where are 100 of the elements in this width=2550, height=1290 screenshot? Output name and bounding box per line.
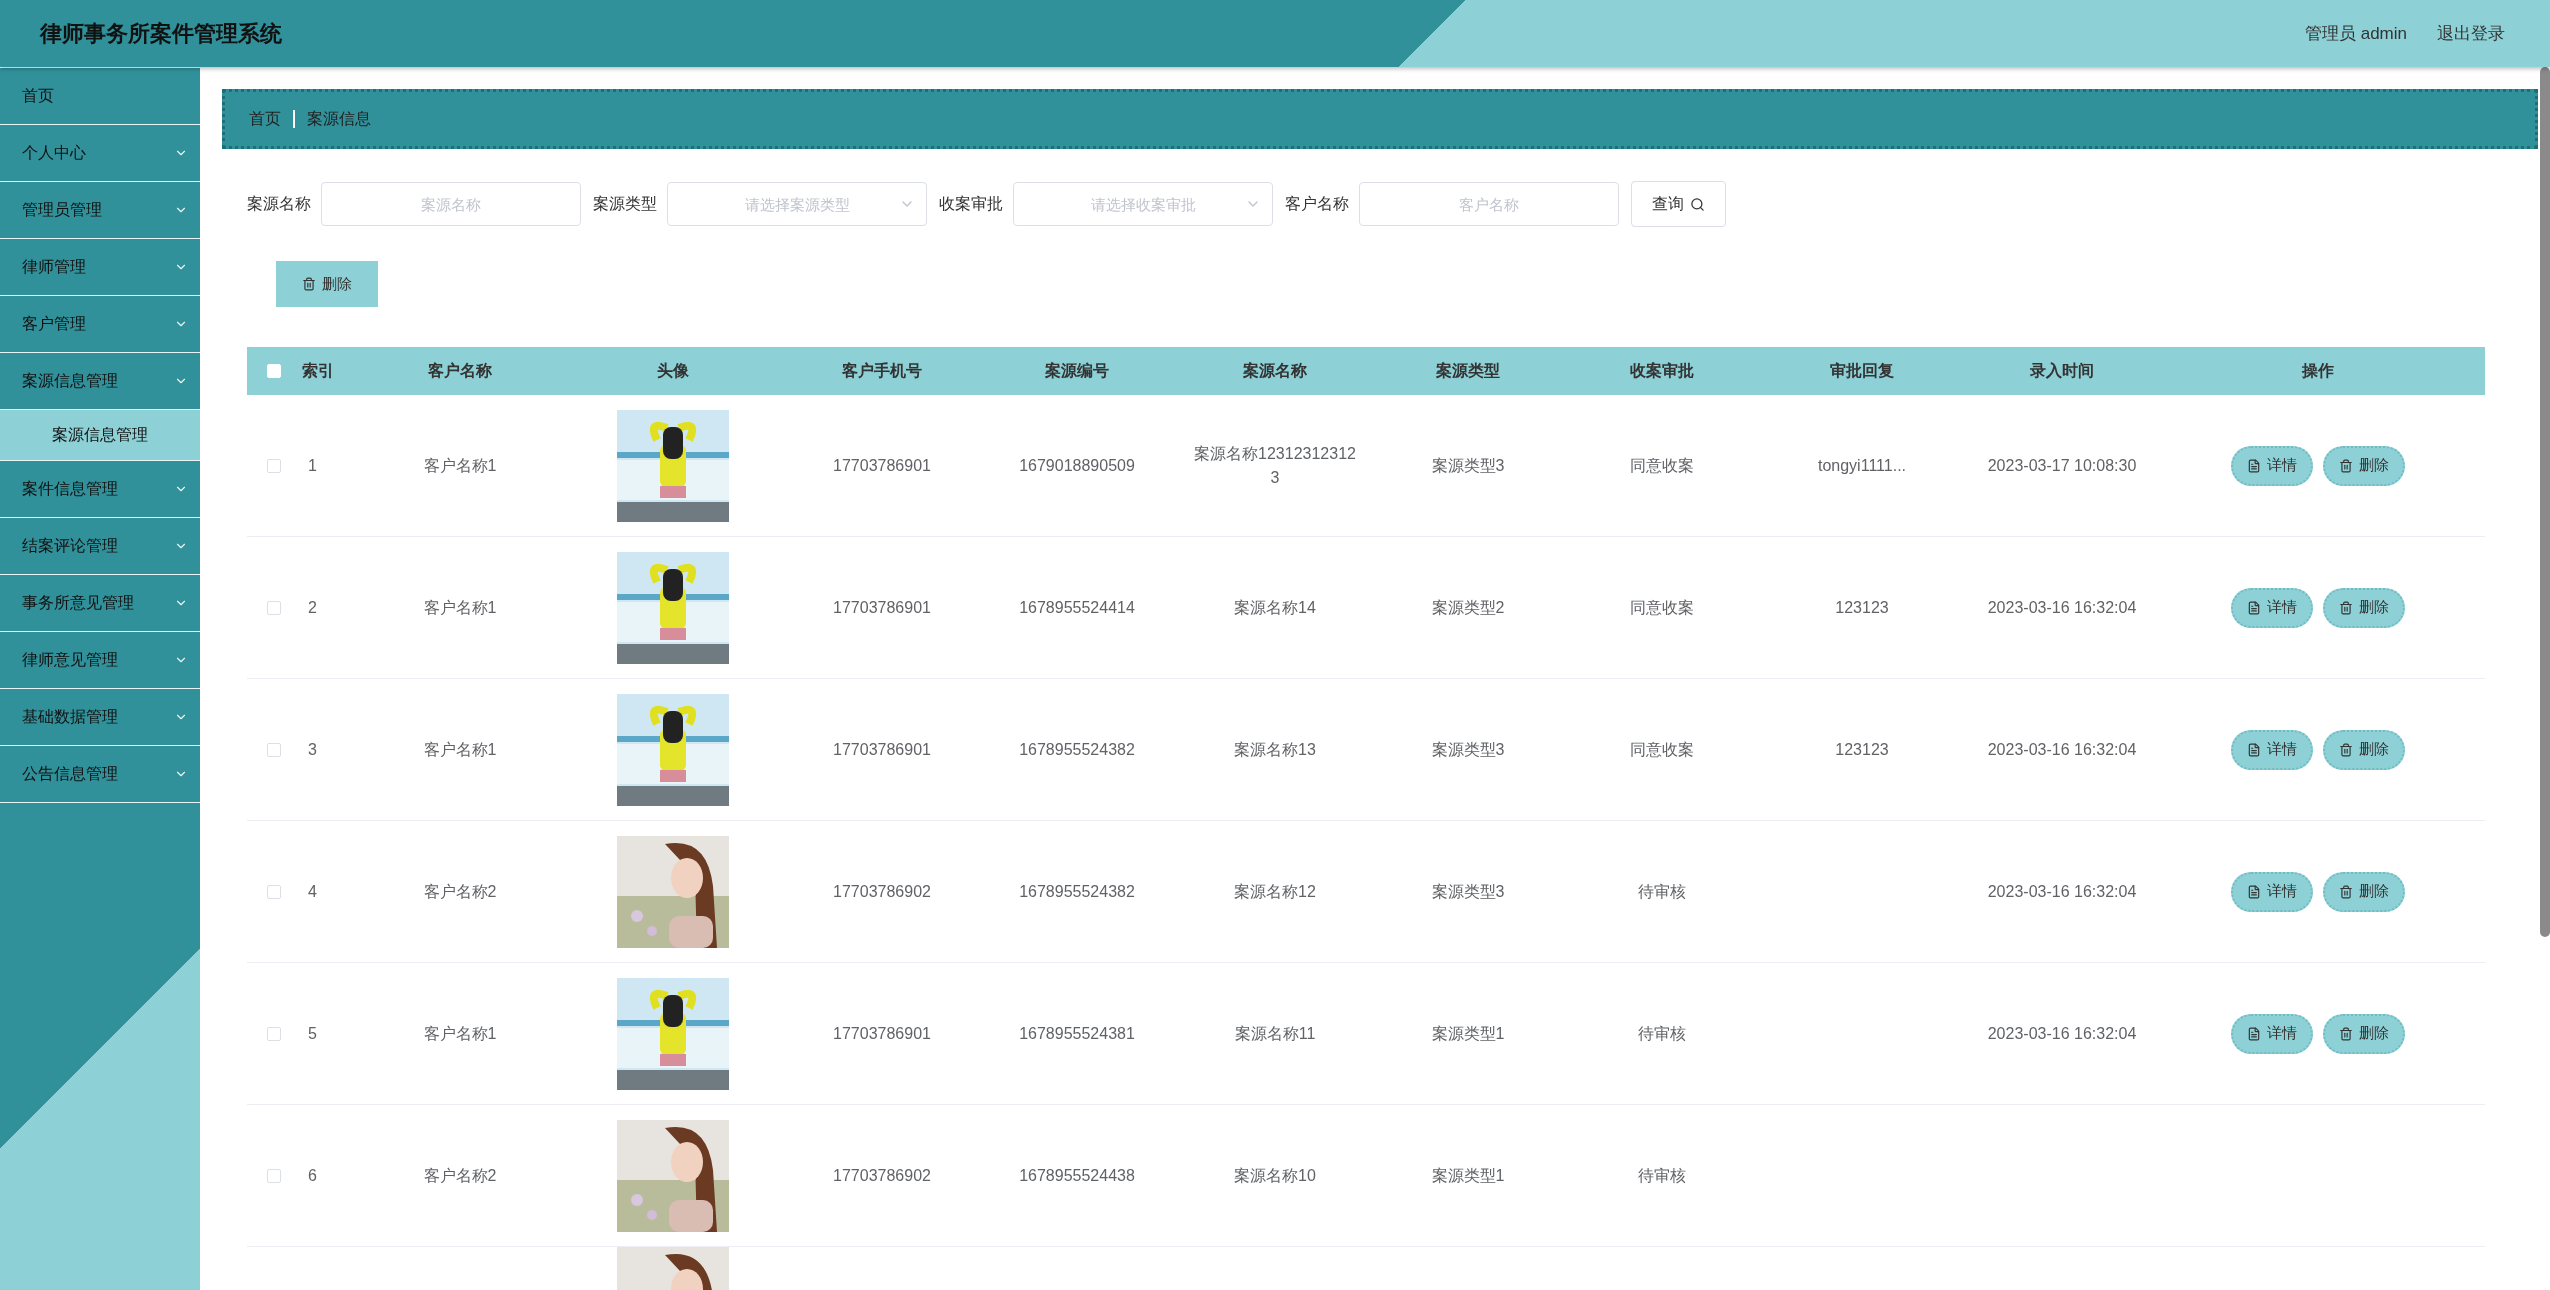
document-icon: [2246, 600, 2261, 615]
sidebar-subitem[interactable]: 案源信息管理: [0, 410, 200, 461]
delete-button[interactable]: 删除: [2322, 587, 2405, 628]
table-cell: 1678955524381: [1019, 1024, 1135, 1042]
app-title: 律师事务所案件管理系统: [40, 19, 282, 48]
table-cell: 123123: [1835, 740, 1889, 758]
table-cell: 2023-03-16 16:32:04: [1987, 740, 2137, 758]
delete-button[interactable]: 删除: [2322, 729, 2405, 770]
document-icon: [2246, 884, 2261, 899]
table-cell: 同意收案: [1630, 740, 1694, 758]
table-cell: 1: [308, 456, 317, 474]
trash-icon: [2338, 600, 2353, 615]
table-cell: 2023-03-16 16:32:04: [1987, 1024, 2137, 1042]
table-cell: 1679018890509: [1019, 456, 1135, 474]
scrollbar[interactable]: [2540, 67, 2550, 937]
column-header: 审批回复: [1829, 360, 1895, 381]
table-cell: 案源名称14: [1234, 598, 1316, 616]
filter-label: 案源名称: [247, 193, 311, 214]
delete-button[interactable]: 删除: [2322, 445, 2405, 486]
checkbox[interactable]: [267, 600, 281, 615]
search-icon: [1690, 196, 1705, 212]
table-cell: 1678955524382: [1019, 740, 1135, 758]
table-cell: tongyi1111...: [1817, 456, 1907, 474]
details-button[interactable]: 详情: [2230, 587, 2313, 628]
select-field[interactable]: 请选择案源类型: [667, 182, 927, 226]
table-cell: 案源类型3: [1431, 456, 1505, 474]
trash-icon: [2338, 884, 2353, 899]
column-header: 案源编号: [1044, 360, 1110, 381]
trash-icon: [302, 277, 316, 291]
table-cell: 待审核: [1638, 1024, 1686, 1042]
column-header: 客户手机号: [841, 360, 923, 381]
column-header: 客户名称: [427, 360, 493, 381]
table-cell: 17703786901: [833, 1024, 931, 1042]
document-icon: [2246, 742, 2261, 757]
table-cell: 案源名称10: [1234, 1166, 1316, 1184]
input-field[interactable]: 客户名称: [1359, 182, 1619, 226]
table-cell: 4: [308, 882, 317, 900]
search-button[interactable]: 查询: [1631, 181, 1726, 227]
details-button[interactable]: 详情: [2230, 445, 2313, 486]
table-cell: 17703786901: [833, 456, 931, 474]
document-icon: [2246, 458, 2261, 473]
column-header: 操作: [2300, 360, 2335, 381]
table-cell: 2: [308, 598, 317, 616]
table-cell: 客户名称2: [423, 1166, 497, 1184]
table-cell: 同意收案: [1630, 456, 1694, 474]
table-cell: 17703786901: [833, 740, 931, 758]
table-cell: 3: [308, 740, 317, 758]
table-cell: 案源名称11: [1234, 1024, 1316, 1042]
table-cell: 123123: [1835, 598, 1889, 616]
checkbox[interactable]: [267, 1168, 281, 1183]
checkbox[interactable]: [267, 884, 281, 899]
trash-icon: [2338, 1026, 2353, 1041]
table-cell: 6: [308, 1166, 317, 1184]
filter-label: 案源类型: [593, 193, 657, 214]
breadcrumb-link[interactable]: 案源信息: [307, 108, 371, 130]
table-cell: 1678955524438: [1019, 1166, 1135, 1184]
table-cell: 1678955524414: [1019, 598, 1135, 616]
delete-button[interactable]: 删除: [2322, 871, 2405, 912]
table-cell: 客户名称1: [423, 456, 497, 474]
table-cell: 案源名称123123123123: [1194, 444, 1356, 486]
table-cell: 17703786901: [833, 598, 931, 616]
table-cell: 5: [308, 1024, 317, 1042]
filter-label: 客户名称: [1285, 193, 1349, 214]
table-cell: 17703786902: [833, 1166, 931, 1184]
checkbox[interactable]: [267, 742, 281, 757]
details-button[interactable]: 详情: [2230, 871, 2313, 912]
table-cell: 客户名称1: [423, 740, 497, 758]
trash-icon: [2338, 742, 2353, 757]
table-cell: 待审核: [1638, 1166, 1686, 1184]
table-cell: 案源类型1: [1431, 1166, 1505, 1184]
details-button[interactable]: 详情: [2230, 729, 2313, 770]
table-cell: 案源类型3: [1431, 882, 1505, 900]
table-cell: 案源名称12: [1234, 882, 1316, 900]
delete-button[interactable]: 删除: [2322, 1013, 2405, 1054]
table-cell: 17703786902: [833, 882, 931, 900]
table-cell: 案源名称13: [1234, 740, 1316, 758]
trash-icon: [2338, 458, 2353, 473]
input-field[interactable]: 案源名称: [321, 182, 581, 226]
checkbox[interactable]: [267, 1026, 281, 1041]
table-cell: 2023-03-16 16:32:04: [1987, 598, 2137, 616]
column-header: 案源类型: [1435, 360, 1501, 381]
user-label: 管理员 admin: [2304, 23, 2407, 45]
breadcrumb-link[interactable]: 首页: [249, 108, 281, 130]
column-header: 案源名称: [1242, 360, 1308, 381]
table-cell: 待审核: [1638, 882, 1686, 900]
logout-link[interactable]: 退出登录: [2437, 22, 2505, 45]
table-cell: 2023-03-16 16:32:04: [1987, 882, 2137, 900]
select-field[interactable]: 请选择收案审批: [1013, 182, 1273, 226]
table-cell: 案源类型3: [1431, 740, 1505, 758]
table-cell: 案源类型2: [1431, 598, 1505, 616]
table-cell: 1678955524382: [1019, 882, 1135, 900]
details-button[interactable]: 详情: [2230, 1013, 2313, 1054]
table-cell: 案源类型1: [1431, 1024, 1505, 1042]
table-cell: 2023-03-17 10:08:30: [1987, 456, 2137, 474]
column-header: 收案审批: [1629, 360, 1695, 381]
filter-label: 收案审批: [939, 193, 1003, 214]
table-cell: 客户名称1: [423, 1024, 497, 1042]
document-icon: [2246, 1026, 2261, 1041]
table-cell: 同意收案: [1630, 598, 1694, 616]
checkbox[interactable]: [267, 458, 281, 473]
